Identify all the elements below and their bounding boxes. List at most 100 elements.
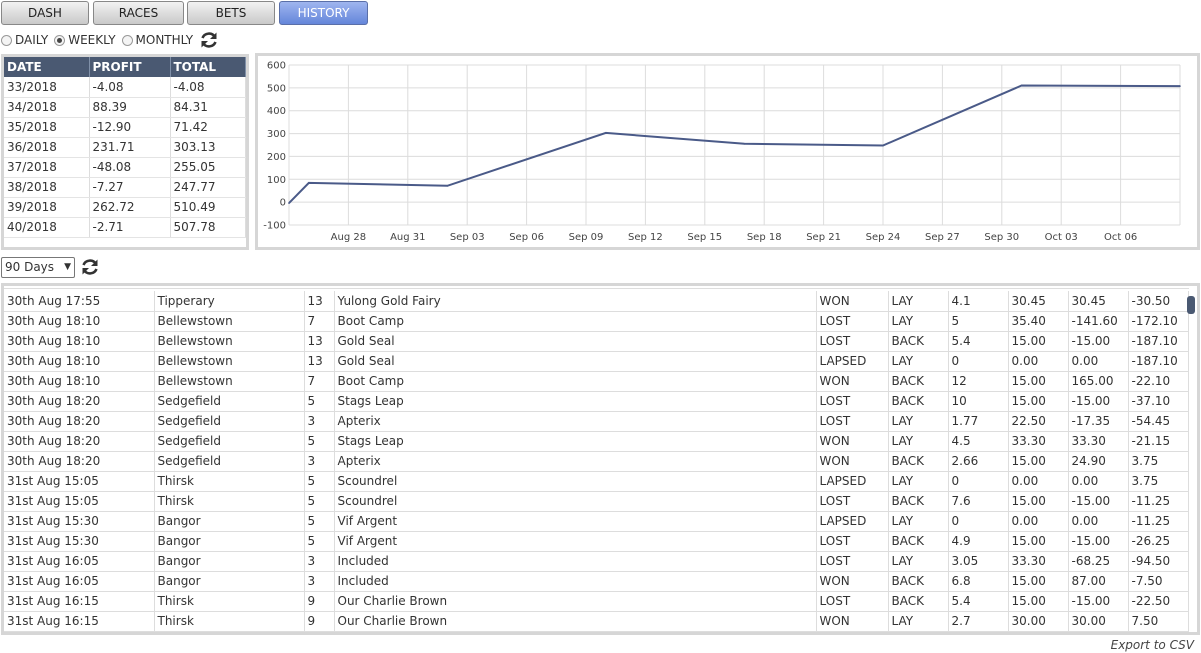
chart-data-point [1020, 84, 1023, 87]
tab-dash[interactable]: DASH [1, 1, 89, 25]
table-row[interactable]: 30th Aug 18:10 Bellewstown 13 Gold Seal LAPS… [4, 351, 1189, 372]
chart-ytick-label: -100 [263, 221, 286, 232]
table-row[interactable]: 31st Aug 15:05 Thirsk 5 Scoundrel LAPSED LAY 0… [4, 471, 1189, 492]
summary-cell: 35/2018 [4, 117, 90, 138]
bet-cell: Sedgefield [154, 391, 305, 412]
table-row[interactable]: 30th Aug 18:20 Sedgefield 3 Apterix LOST LAY 1… [4, 411, 1189, 432]
chart-xtick-label: Sep 18 [747, 232, 782, 243]
summary-cell: -48.08 [89, 157, 171, 178]
bet-cell: WON [816, 611, 889, 632]
summary-row: 38/2018 -7.27 247.77 [4, 177, 246, 198]
tab-races[interactable]: RACES [93, 1, 184, 25]
tab-bets[interactable]: BETS [187, 1, 275, 25]
refresh-bets-icon[interactable] [80, 257, 100, 277]
bet-cell: Our Charlie Brown [334, 611, 817, 632]
bet-cell: 7.50 [1128, 611, 1189, 632]
bet-cell: 30th Aug 18:10 [4, 331, 155, 352]
bet-cell: LOST [816, 551, 889, 572]
summary-row: 34/2018 88.39 84.31 [4, 97, 246, 118]
bet-cell: 35.40 [1008, 311, 1069, 332]
bet-cell: LAY [888, 551, 949, 572]
table-row[interactable]: 30th Aug 18:20 Sedgefield 3 Apterix WON BACK 2… [4, 451, 1189, 472]
table-row[interactable]: 31st Aug 16:15 Thirsk 9 Our Charlie Brown WO… [4, 611, 1189, 632]
table-row[interactable]: 31st Aug 15:30 Bangor 5 Vif Argent LAPSED LAY… [4, 511, 1189, 532]
bet-cell: BACK [888, 451, 949, 472]
table-row[interactable]: 30th Aug 18:20 Sedgefield 5 Stags Leap WON LA… [4, 431, 1189, 452]
summary-cell: -4.08 [170, 77, 246, 98]
summary-header-profit: PROFIT [89, 57, 171, 77]
summary-row: 40/2018 -2.71 507.78 [4, 217, 246, 238]
table-row[interactable]: 31st Aug 16:05 Bangor 3 Included LOST LAY 3.05… [4, 551, 1189, 572]
bet-cell: 33.30 [1008, 431, 1069, 452]
bet-cell: 31st Aug 15:30 [4, 511, 155, 532]
bet-cell: Apterix [334, 411, 817, 432]
bet-cell: Bellewstown [154, 371, 305, 392]
radio-weekly-label: WEEKLY [68, 33, 116, 47]
bet-cell: BACK [888, 571, 949, 592]
bet-cell: -17.35 [1068, 411, 1129, 432]
bet-cell: 3.05 [948, 551, 1009, 572]
bet-cell: 0.00 [1008, 471, 1069, 492]
bet-cell: Stags Leap [334, 391, 817, 412]
bets-scrollbar[interactable] [1187, 296, 1195, 314]
bet-cell: -21.15 [1128, 431, 1189, 452]
chart-xtick-label: Sep 15 [687, 232, 722, 243]
table-row[interactable]: 30th Aug 18:10 Bellewstown 13 Gold Seal LOST… [4, 331, 1189, 352]
summary-cell: 507.78 [170, 217, 246, 238]
radio-monthly[interactable]: MONTHLY [121, 33, 193, 47]
chart-ytick-label: 600 [267, 61, 286, 72]
bet-cell: LOST [816, 391, 889, 412]
table-row[interactable]: 31st Aug 15:30 Bangor 5 Vif Argent LOST BACK 4… [4, 531, 1189, 552]
bet-cell: 30th Aug 18:20 [4, 431, 155, 452]
summary-row: 35/2018 -12.90 71.42 [4, 117, 246, 138]
bet-cell: Sedgefield [154, 411, 305, 432]
bet-cell: 2.66 [948, 451, 1009, 472]
dropdown-arrow-icon: ▼ [64, 262, 71, 272]
bet-cell: 3.75 [1128, 451, 1189, 472]
table-row[interactable]: 30th Aug 17:55 Tipperary 13 Yulong Gold Fai… [4, 291, 1189, 312]
chart-ytick-label: 300 [267, 129, 286, 140]
refresh-icon[interactable] [199, 30, 219, 50]
bets-table-panel: 30th Aug 17:55 Tipperary 13 Yulong Gold Fai… [1, 283, 1200, 635]
table-row[interactable]: 31st Aug 16:05 Bangor 3 Included WON BACK 6.8 1… [4, 571, 1189, 592]
table-row[interactable]: 31st Aug 16:15 Thirsk 9 Our Charlie Brown LO… [4, 591, 1189, 612]
bet-cell: 30th Aug 18:10 [4, 351, 155, 372]
range-controls: 90 Days ▼ [1, 256, 100, 278]
table-row[interactable]: 30th Aug 18:10 Bellewstown 7 Boot Camp LOST L… [4, 311, 1189, 332]
summary-row: 33/2018 -4.08 -4.08 [4, 77, 246, 98]
table-row[interactable]: 30th Aug 18:10 Bellewstown 7 Boot Camp WON BA… [4, 371, 1189, 392]
bet-cell: 5 [304, 431, 335, 452]
bet-cell: 33.30 [1068, 431, 1129, 452]
bet-cell: LAY [888, 611, 949, 632]
bet-cell: 31st Aug 16:05 [4, 571, 155, 592]
bet-cell: 30th Aug 18:10 [4, 371, 155, 392]
bet-cell: 5.4 [948, 331, 1009, 352]
radio-daily[interactable]: DAILY [1, 33, 48, 47]
table-row[interactable]: 30th Aug 18:20 Sedgefield 5 Stags Leap LOST B… [4, 391, 1189, 412]
chart-xtick-label: Oct 03 [1045, 232, 1078, 243]
tab-history[interactable]: HISTORY [279, 1, 368, 25]
bet-cell: -187.10 [1128, 331, 1189, 352]
export-csv-link[interactable]: Export to CSV [1111, 638, 1194, 652]
bet-cell: -187.10 [1128, 351, 1189, 372]
bet-cell: BACK [888, 591, 949, 612]
bet-cell: 13 [304, 351, 335, 372]
summary-cell: 37/2018 [4, 157, 90, 178]
bet-cell: 30th Aug 18:20 [4, 411, 155, 432]
bet-cell: 30.00 [1008, 611, 1069, 632]
summary-cell: -2.71 [89, 217, 171, 238]
bet-cell: Apterix [334, 451, 817, 472]
bet-cell: Sedgefield [154, 451, 305, 472]
bet-cell: -22.50 [1128, 591, 1189, 612]
bet-cell: 5 [304, 531, 335, 552]
bet-cell: Bangor [154, 551, 305, 572]
bet-cell: -26.25 [1128, 531, 1189, 552]
days-range-select[interactable]: 90 Days ▼ [1, 256, 75, 278]
table-row[interactable]: 31st Aug 15:05 Thirsk 5 Scoundrel LOST BACK 7.… [4, 491, 1189, 512]
bet-cell: Vif Argent [334, 511, 817, 532]
radio-weekly[interactable]: WEEKLY [54, 33, 116, 47]
bet-cell: 165.00 [1068, 371, 1129, 392]
bet-cell: 0.00 [1068, 471, 1129, 492]
chart-xtick-label: Sep 24 [866, 232, 901, 243]
bet-cell: -141.60 [1068, 311, 1129, 332]
